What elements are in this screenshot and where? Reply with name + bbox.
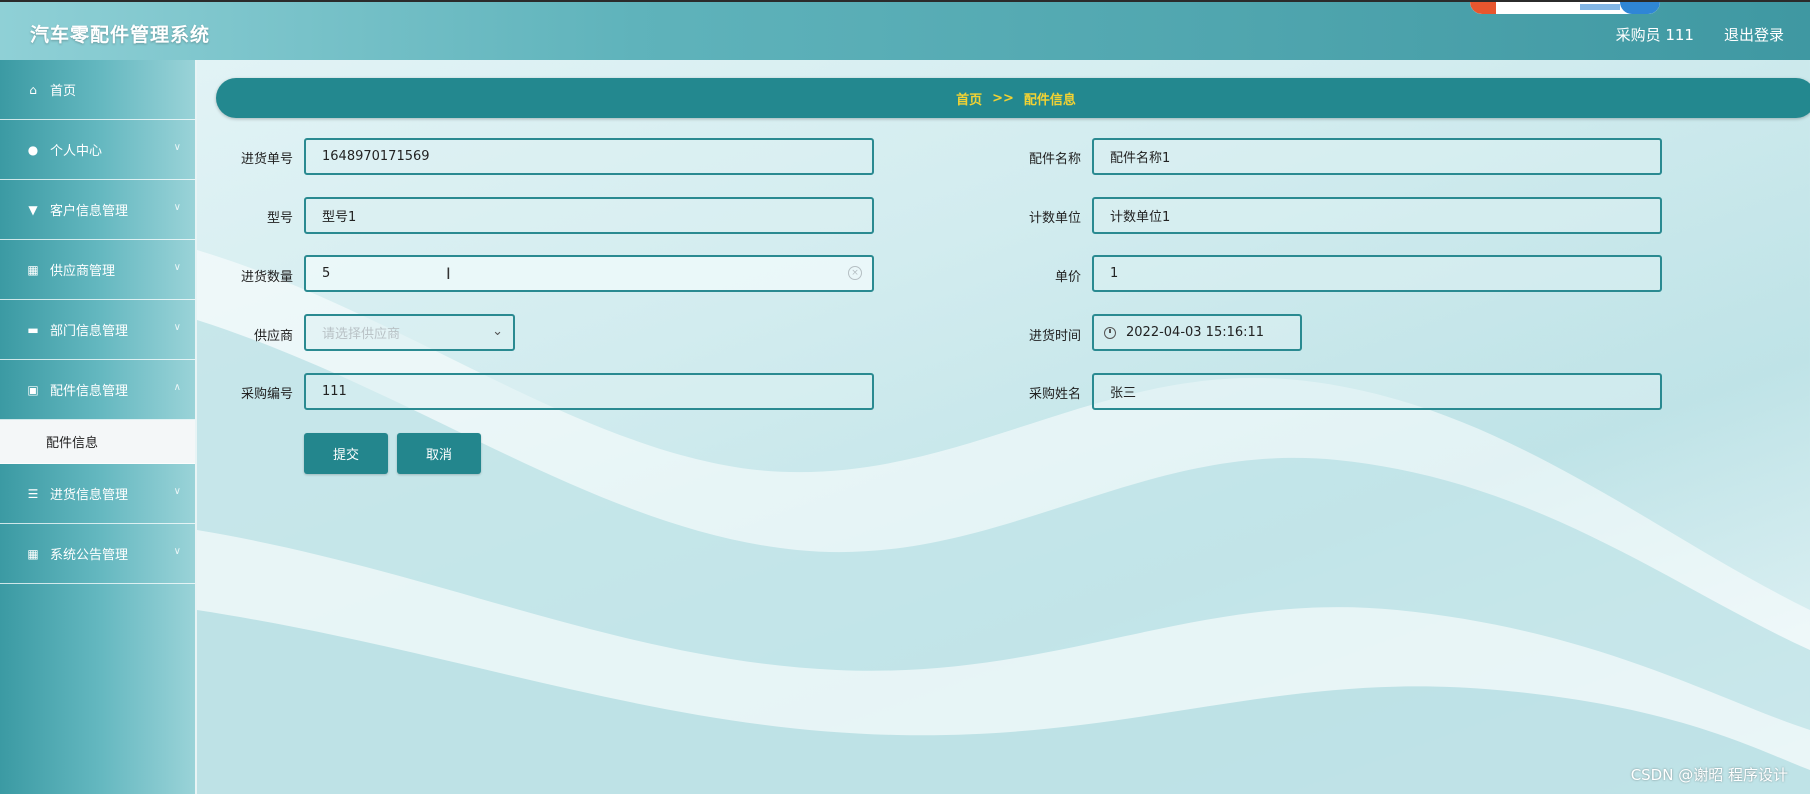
chevron-down-icon: ∨ [173,322,181,333]
unit-label: 计数单位 [1028,211,1081,226]
user-label: 采购员 111 [1615,26,1694,44]
purchase-no-label: 进货单号 [240,152,293,167]
quantity-input[interactable]: 5 × [304,255,874,292]
buyer-id-value: 111 [322,384,347,399]
logout-button[interactable]: 退出登录 [1724,24,1784,45]
sidebar-item-parts[interactable]: ▣ 配件信息管理 ∧ [0,360,195,420]
customer-icon: ▼ [28,202,38,217]
sidebar-item-personal-center[interactable]: ● 个人中心 ∨ [0,120,195,180]
sidebar-subitem-label: 配件信息 [46,436,99,451]
part-name-input[interactable]: 配件名称1 [1092,138,1662,175]
sidebar-item-label: 客户信息管理 [50,204,129,219]
sidebar-item-announcement[interactable]: ▦ 系统公告管理 ∨ [0,524,195,584]
price-value: 1 [1110,266,1119,281]
purchase-no-value: 1648970171569 [322,149,430,164]
sidebar-item-department[interactable]: ▬ 部门信息管理 ∨ [0,300,195,360]
browser-toolbar-widget [1470,2,1660,14]
price-input[interactable]: 1 [1092,255,1662,292]
top-header: 汽车零配件管理系统 采购员 111 退出登录 [0,0,1810,60]
buyer-id-input[interactable]: 111 [304,373,874,410]
home-icon: ⌂ [29,82,37,97]
breadcrumb: 首页 >> 配件信息 [216,78,1810,118]
supplier-select[interactable]: 请选择供应商 ⌄ [304,314,515,351]
sidebar-item-label: 供应商管理 [50,264,116,279]
sidebar-item-label: 首页 [50,84,77,99]
buyer-id-label: 采购编号 [240,387,293,402]
chevron-down-icon: ∨ [173,142,181,153]
sidebar-item-label: 进货信息管理 [50,488,129,503]
sliders-icon: ☰ [27,486,39,501]
chevron-up-icon: ∧ [173,382,181,393]
model-label: 型号 [266,211,293,226]
grid-icon: ▦ [27,262,39,277]
supplier-placeholder: 请选择供应商 [322,327,401,342]
sidebar-item-supplier[interactable]: ▦ 供应商管理 ∨ [0,240,195,300]
header-user-area: 采购员 111 退出登录 [1616,24,1784,45]
clock-icon [1104,326,1116,339]
sidebar-item-purchase[interactable]: ☰ 进货信息管理 ∨ [0,464,195,524]
chevron-down-icon: ∨ [173,486,181,497]
sidebar-subitem-parts-info[interactable]: 配件信息 [0,420,195,464]
chevron-down-icon: ∨ [173,202,181,213]
sidebar: ⌂ 首页 ● 个人中心 ∨ ▼ 客户信息管理 ∨ ▦ 供应商管理 ∨ ▬ 部门信… [0,60,197,794]
unit-input[interactable]: 计数单位1 [1092,197,1662,234]
part-name-value: 配件名称1 [1110,151,1171,166]
grid-icon: ▦ [27,546,39,561]
cancel-button[interactable]: 取消 [397,433,481,474]
unit-value: 计数单位1 [1110,210,1171,225]
sidebar-item-label: 部门信息管理 [50,324,129,339]
user-icon: ● [27,142,39,157]
sidebar-item-home[interactable]: ⌂ 首页 [0,60,195,120]
breadcrumb-current: 配件信息 [1023,92,1076,108]
text-cursor-icon: I [446,264,451,283]
sidebar-item-label: 配件信息管理 [50,384,129,399]
department-icon: ▬ [27,322,39,337]
quantity-label: 进货数量 [240,270,293,285]
chevron-down-icon: ∨ [173,262,181,273]
sidebar-item-label: 个人中心 [50,144,103,159]
model-input[interactable]: 型号1 [304,197,874,234]
buyer-name-label: 采购姓名 [1028,387,1081,402]
clear-icon[interactable]: × [848,266,862,280]
part-name-label: 配件名称 [1028,152,1081,167]
breadcrumb-home[interactable]: 首页 [956,89,982,108]
chevron-down-icon: ∨ [173,546,181,557]
purchase-time-picker[interactable]: 2022-04-03 15:16:11 [1092,314,1302,351]
supplier-label: 供应商 [253,329,293,344]
purchase-time-value: 2022-04-03 15:16:11 [1126,325,1265,340]
price-label: 单价 [1054,270,1081,285]
purchase-time-label: 进货时间 [1028,329,1081,344]
sidebar-item-customer[interactable]: ▼ 客户信息管理 ∨ [0,180,195,240]
quantity-value: 5 [322,266,331,281]
buyer-name-value: 张三 [1110,386,1137,401]
breadcrumb-separator: >> [992,90,1014,106]
app-title: 汽车零配件管理系统 [30,24,211,46]
buyer-name-input[interactable]: 张三 [1092,373,1662,410]
purchase-no-input[interactable]: 1648970171569 [304,138,874,175]
watermark: CSDN @谢昭 程序设计 [1630,766,1788,784]
sidebar-item-label: 系统公告管理 [50,548,129,563]
chevron-down-icon: ⌄ [492,324,503,339]
submit-button[interactable]: 提交 [304,433,388,474]
chart-icon: ▣ [27,382,39,397]
model-value: 型号1 [322,210,357,225]
